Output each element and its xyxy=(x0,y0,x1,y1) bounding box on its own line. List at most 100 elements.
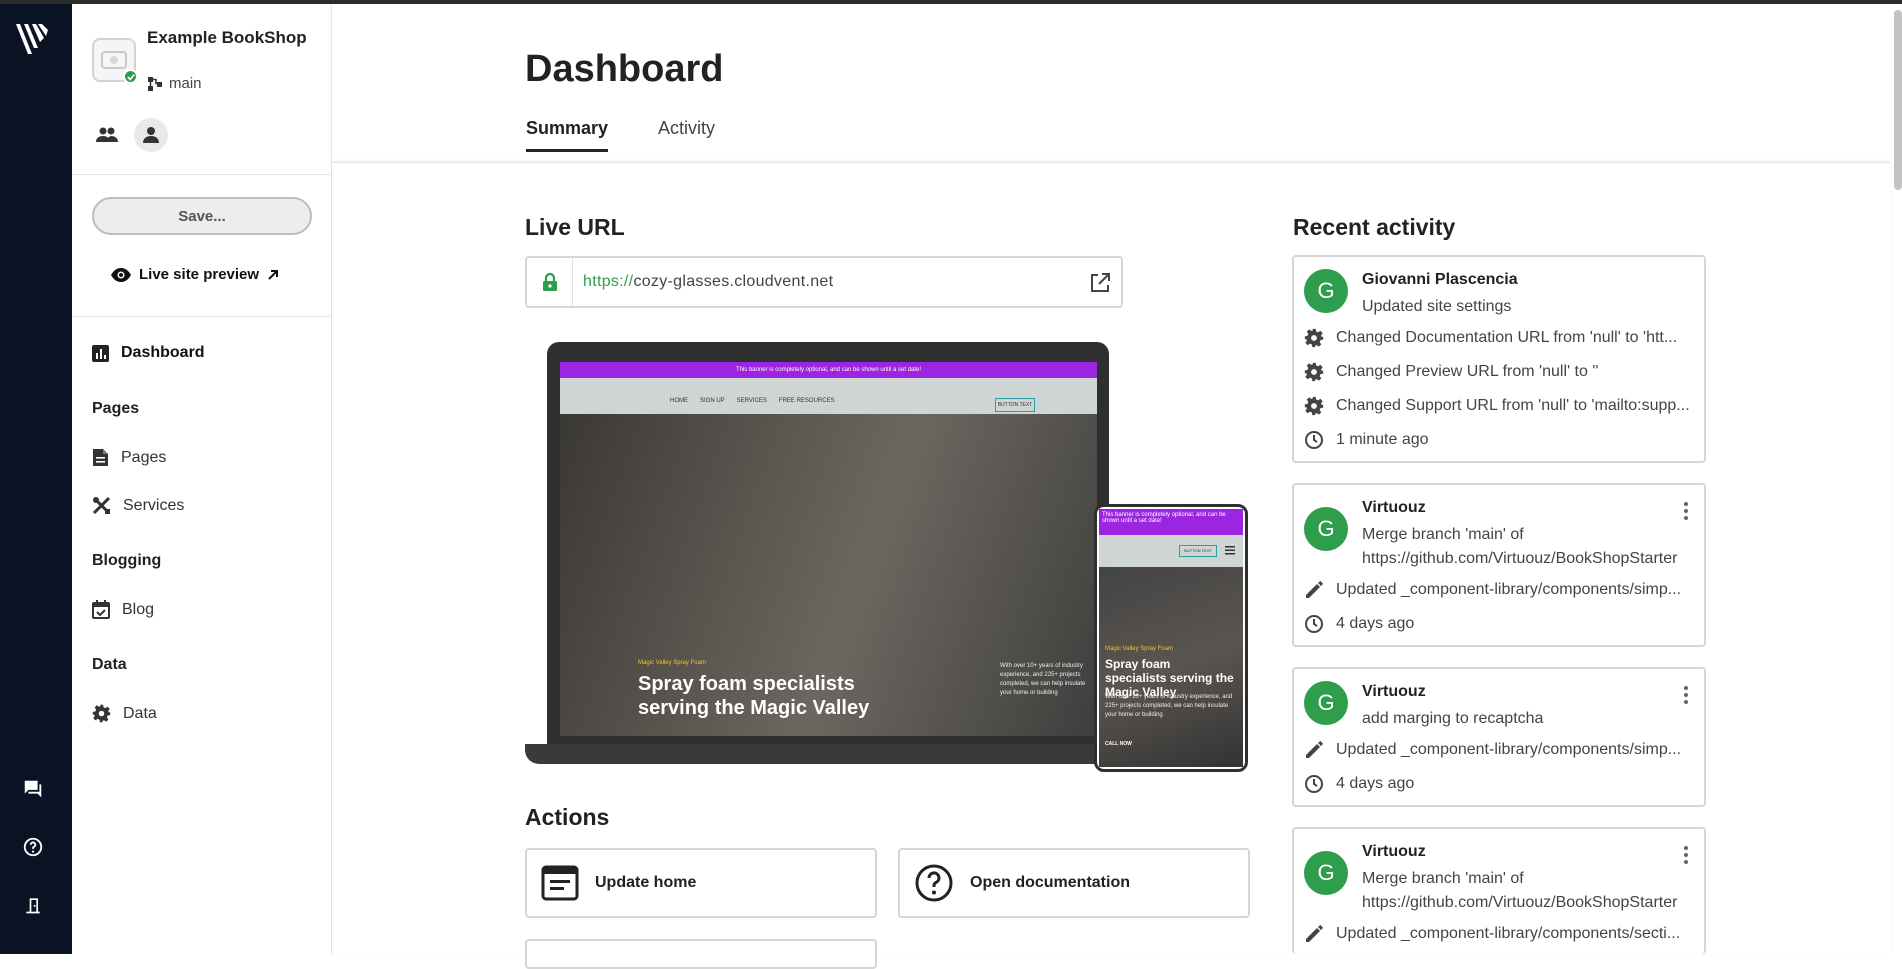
activity-card[interactable]: G Virtuouz Merge branch 'main' of https:… xyxy=(1292,483,1706,647)
action-card-partial[interactable] xyxy=(525,939,877,969)
preview-promo-banner: This banner is completely optional, and … xyxy=(560,362,1097,378)
pencil-icon xyxy=(1306,741,1323,758)
actions-heading: Actions xyxy=(525,804,610,830)
nav-group-data: Data xyxy=(92,656,127,673)
action-label: Update home xyxy=(595,874,697,891)
author-avatar: G xyxy=(1304,507,1348,551)
site-name[interactable]: Example BookShop xyxy=(147,26,307,50)
chat-icon[interactable] xyxy=(20,776,46,802)
activity-time-text: 4 days ago xyxy=(1336,615,1415,632)
activity-author: Virtuouz xyxy=(1362,499,1426,516)
user-avatar-icon[interactable] xyxy=(134,118,168,152)
team-icon[interactable] xyxy=(90,118,124,152)
mobile-preview[interactable]: This banner is completely optional, and … xyxy=(1094,504,1248,772)
mobile-hero-blurb: With over 10+ years of industry experien… xyxy=(1105,694,1233,718)
help-circle-icon xyxy=(915,864,953,902)
activity-summary: Merge branch 'main' of https://github.co… xyxy=(1362,870,1678,911)
pencil-icon xyxy=(1306,925,1323,942)
sidebar-item-label: Pages xyxy=(121,448,167,466)
branch-icon xyxy=(148,76,162,91)
url-protocol: https:// xyxy=(583,273,634,290)
page-header: Dashboard Summary Activity xyxy=(332,4,1902,162)
sidebar-item-data[interactable]: Data xyxy=(92,704,157,723)
live-url-text[interactable]: https://cozy-glasses.cloudvent.net xyxy=(583,273,833,291)
save-button[interactable]: Save... xyxy=(92,197,312,235)
activity-author: Virtuouz xyxy=(1362,683,1426,700)
activity-card[interactable]: G Virtuouz Merge branch 'main' of https:… xyxy=(1292,827,1706,954)
main-content: Dashboard Summary Activity Live URL http… xyxy=(332,4,1902,969)
activity-change: Updated _component-library/components/si… xyxy=(1304,580,1702,600)
preview-nav-link: HOME xyxy=(670,398,688,404)
nav-group-blogging: Blogging xyxy=(92,552,162,569)
sidebar-item-label: Dashboard xyxy=(121,344,205,361)
activity-card[interactable]: G Virtuouz add marging to recaptcha Upda… xyxy=(1292,667,1706,807)
preview-nav-link: FREE RESOURCES xyxy=(778,398,835,404)
tab-activity[interactable]: Activity xyxy=(658,118,715,149)
nav-group-pages: Pages xyxy=(92,400,140,417)
gear-icon xyxy=(1304,362,1324,382)
activity-change-text: Changed Preview URL from 'null' to '' xyxy=(1336,363,1599,380)
activity-author: Virtuouz xyxy=(1362,843,1426,860)
preview-hero-blurb: With over 10+ years of industry experien… xyxy=(1000,663,1086,696)
update-home-action[interactable]: Update home xyxy=(525,848,877,918)
site-sidebar: Example BookShop main Save... Live site … xyxy=(72,4,332,954)
live-url-field[interactable]: https://cozy-glasses.cloudvent.net xyxy=(525,256,1123,308)
page-title: Dashboard xyxy=(525,48,724,90)
preview-nav-link: SERVICES xyxy=(736,398,767,404)
laptop-base xyxy=(525,744,1131,764)
sidebar-item-pages[interactable]: Pages xyxy=(92,448,166,467)
gear-icon xyxy=(92,704,111,723)
activity-change: Updated _component-library/components/si… xyxy=(1304,740,1702,760)
preview-hero-title: Spray foam specialists serving the Magic… xyxy=(638,673,870,719)
activity-change-text: Updated _component-library/components/si… xyxy=(1336,741,1682,758)
more-options-icon[interactable] xyxy=(1678,685,1694,705)
open-documentation-action[interactable]: Open documentation xyxy=(898,848,1250,918)
activity-change-text: Updated _component-library/components/se… xyxy=(1336,925,1681,942)
activity-change: Changed Support URL from 'null' to 'mail… xyxy=(1304,396,1702,416)
mobile-promo-banner: This banner is completely optional, and … xyxy=(1099,509,1243,535)
cloudcannon-logo-icon[interactable] xyxy=(12,16,52,60)
clock-icon xyxy=(1305,615,1323,633)
hamburger-menu-icon xyxy=(1225,546,1235,555)
action-label: Open documentation xyxy=(970,874,1130,891)
preview-site-nav: HOME SIGN UP SERVICES FREE RESOURCES BUT… xyxy=(560,378,1097,414)
activity-time: 4 days ago xyxy=(1304,774,1702,794)
site-placeholder-icon xyxy=(101,51,127,69)
laptop-preview[interactable]: This banner is completely optional, and … xyxy=(547,342,1109,748)
activity-summary: add marging to recaptcha xyxy=(1362,710,1544,727)
activity-change-text: Changed Support URL from 'null' to 'mail… xyxy=(1336,397,1690,414)
sidebar-divider xyxy=(72,316,332,317)
scrollbar-thumb[interactable] xyxy=(1894,10,1902,190)
author-avatar: G xyxy=(1304,681,1348,725)
author-avatar: G xyxy=(1304,851,1348,895)
url-host: cozy-glasses.cloudvent.net xyxy=(633,273,834,290)
open-external-icon[interactable] xyxy=(1089,272,1111,294)
activity-change-text: Updated _component-library/components/si… xyxy=(1336,581,1682,598)
exit-icon[interactable] xyxy=(20,892,46,918)
activity-time-text: 1 minute ago xyxy=(1336,431,1429,448)
clock-icon xyxy=(1305,431,1323,449)
activity-summary: Updated site settings xyxy=(1362,298,1512,315)
tools-icon xyxy=(92,496,111,515)
sidebar-item-blog[interactable]: Blog xyxy=(92,600,154,619)
activity-time: 4 days ago xyxy=(1304,614,1702,634)
activity-change: Changed Preview URL from 'null' to '' xyxy=(1304,362,1702,382)
gear-icon xyxy=(1304,396,1324,416)
gear-icon xyxy=(1304,328,1324,348)
more-options-icon[interactable] xyxy=(1678,501,1694,521)
activity-card[interactable]: G Giovanni Plascencia Updated site setti… xyxy=(1292,255,1706,463)
pencil-icon xyxy=(1306,581,1323,598)
help-icon[interactable] xyxy=(20,834,46,860)
sidebar-divider xyxy=(72,174,332,175)
desktop-site-preview: This banner is completely optional, and … xyxy=(560,362,1097,736)
tab-summary[interactable]: Summary xyxy=(526,118,609,152)
calendar-check-icon xyxy=(92,600,110,619)
more-options-icon[interactable] xyxy=(1678,845,1694,865)
sidebar-item-dashboard[interactable]: Dashboard xyxy=(92,344,205,362)
preview-button: BUTTON TEXT xyxy=(995,398,1035,412)
activity-change: Updated _component-library/components/se… xyxy=(1304,924,1702,944)
live-site-preview-link[interactable]: Live site preview xyxy=(110,266,280,283)
sidebar-item-services[interactable]: Services xyxy=(92,496,184,515)
branch-indicator[interactable]: main xyxy=(147,75,202,92)
dashboard-icon xyxy=(92,344,109,362)
